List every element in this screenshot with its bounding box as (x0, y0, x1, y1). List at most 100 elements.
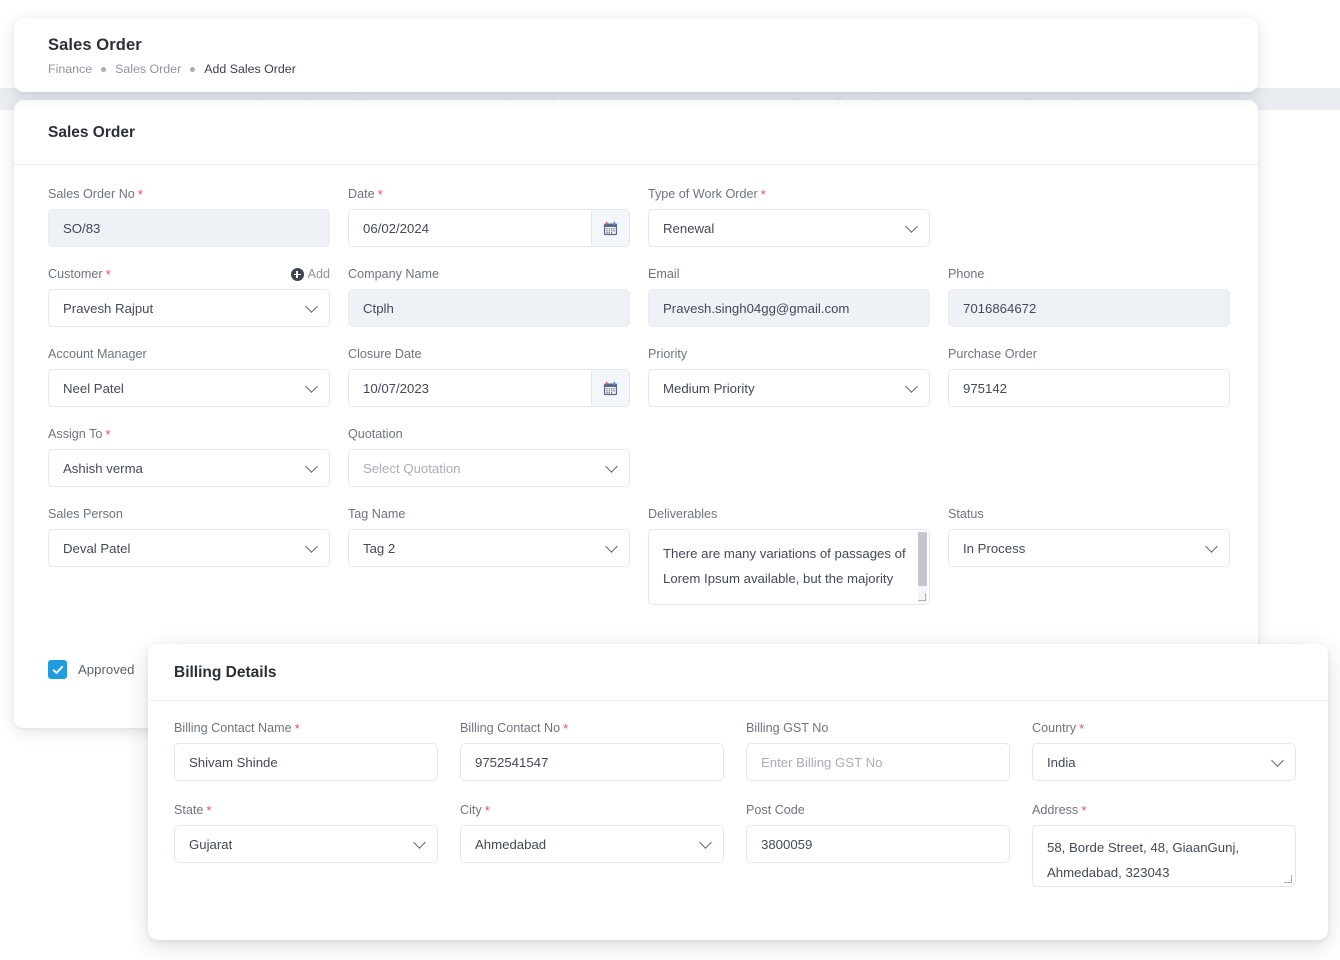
input-billing-contact-name[interactable]: Shivam Shinde (174, 743, 438, 781)
label-address: Address* (1032, 802, 1296, 818)
field-billing-contact-name: Billing Contact Name* Shivam Shinde (174, 720, 438, 781)
chevron-down-icon (605, 460, 618, 473)
select-type-of-work-order[interactable]: Renewal (648, 209, 930, 247)
form-row: Customer* Add Pravesh Rajput Company Nam… (48, 266, 1238, 327)
select-customer[interactable]: Pravesh Rajput (48, 289, 330, 327)
chevron-down-icon (305, 380, 318, 393)
required-marker: * (105, 428, 110, 441)
field-sales-person: Sales Person Deval Patel (48, 506, 330, 605)
card-divider (148, 700, 1328, 701)
label-date: Date* (348, 186, 630, 202)
breadcrumb-separator-icon (190, 67, 195, 72)
select-sales-person[interactable]: Deval Patel (48, 529, 330, 567)
approved-label: Approved (78, 662, 134, 677)
field-priority: Priority Medium Priority (648, 346, 930, 407)
select-priority[interactable]: Medium Priority (648, 369, 930, 407)
select-country[interactable]: India (1032, 743, 1296, 781)
form-row: Assign To* Ashish verma Quotation Select… (48, 426, 1238, 487)
required-marker: * (1081, 804, 1086, 817)
select-status[interactable]: In Process (948, 529, 1230, 567)
textarea-scrollbar-thumb[interactable] (918, 532, 927, 586)
approved-checkbox-group[interactable]: Approved (48, 660, 134, 679)
required-marker: * (106, 268, 111, 281)
select-account-manager[interactable]: Neel Patel (48, 369, 330, 407)
add-customer-label: Add (308, 267, 330, 281)
sales-order-card-title: Sales Order (48, 124, 135, 142)
resize-handle-icon[interactable] (918, 593, 927, 602)
select-city[interactable]: Ahmedabad (460, 825, 724, 863)
label-city: City* (460, 802, 724, 818)
label-row-customer: Customer* Add (48, 266, 330, 282)
sales-order-card: Sales Order Sales Order No* SO/83 Date* (14, 100, 1258, 728)
calendar-icon-glyph (603, 221, 618, 236)
field-billing-contact-no: Billing Contact No* 9752541547 (460, 720, 724, 781)
select-assign-to[interactable]: Ashish verma (48, 449, 330, 487)
field-quotation: Quotation Select Quotation (348, 426, 630, 487)
label-account-manager: Account Manager (48, 346, 330, 362)
field-phone: Phone 7016864672 (948, 266, 1230, 327)
field-country: Country* India (1032, 720, 1296, 781)
label-billing-contact-name: Billing Contact Name* (174, 720, 438, 736)
textarea-address[interactable]: 58, Borde Street, 48, GiaanGunj, Ahmedab… (1032, 825, 1296, 887)
page-header-card: Sales Order Finance Sales Order Add Sale… (14, 18, 1258, 92)
required-marker: * (138, 188, 143, 201)
label-state: State* (174, 802, 438, 818)
label-sales-order-no: Sales Order No* (48, 186, 330, 202)
required-marker: * (295, 722, 300, 735)
select-quotation[interactable]: Select Quotation (348, 449, 630, 487)
field-spacer (948, 426, 1230, 487)
input-date[interactable]: 06/02/2024 (348, 209, 630, 247)
card-divider (14, 164, 1258, 165)
chevron-down-icon (305, 460, 318, 473)
field-assign-to: Assign To* Ashish verma (48, 426, 330, 487)
address-line-2: Ahmedabad, 323043 (1047, 860, 1279, 885)
resize-handle-icon[interactable] (1284, 875, 1293, 884)
field-status: Status In Process (948, 506, 1230, 605)
required-marker: * (563, 722, 568, 735)
plus-circle-icon (291, 268, 304, 281)
select-tag-name[interactable]: Tag 2 (348, 529, 630, 567)
label-sales-person: Sales Person (48, 506, 330, 522)
label-customer: Customer* (48, 266, 111, 282)
calendar-icon[interactable] (591, 370, 629, 406)
label-type-of-work-order: Type of Work Order* (648, 186, 930, 202)
textarea-deliverables[interactable]: There are many variations of passages of… (648, 529, 930, 605)
input-email[interactable]: Pravesh.singh04gg@gmail.com (648, 289, 930, 327)
chevron-down-icon (413, 836, 426, 849)
input-billing-contact-no[interactable]: 9752541547 (460, 743, 724, 781)
required-marker: * (378, 188, 383, 201)
chevron-down-icon (905, 220, 918, 233)
select-state[interactable]: Gujarat (174, 825, 438, 863)
calendar-icon[interactable] (591, 210, 629, 246)
field-closure-date: Closure Date 10/07/2023 (348, 346, 630, 407)
sales-order-form: Sales Order No* SO/83 Date* 06/02/2024 (48, 186, 1238, 624)
label-billing-gst-no: Billing GST No (746, 720, 1010, 736)
label-priority: Priority (648, 346, 930, 362)
field-company-name: Company Name Ctplh (348, 266, 630, 327)
input-company-name[interactable]: Ctplh (348, 289, 630, 327)
calendar-icon-glyph (603, 381, 618, 396)
input-purchase-order[interactable]: 975142 (948, 369, 1230, 407)
check-icon (52, 664, 64, 676)
add-customer-button[interactable]: Add (291, 267, 330, 281)
input-billing-gst-no[interactable]: Enter Billing GST No (746, 743, 1010, 781)
chevron-down-icon (699, 836, 712, 849)
field-post-code: Post Code 3800059 (746, 802, 1010, 887)
page-title: Sales Order (48, 36, 142, 55)
breadcrumb-item-finance[interactable]: Finance (48, 62, 92, 76)
breadcrumb-item-sales-order[interactable]: Sales Order (115, 62, 181, 76)
field-email: Email Pravesh.singh04gg@gmail.com (648, 266, 930, 327)
field-deliverables: Deliverables There are many variations o… (648, 506, 930, 605)
required-marker: * (1079, 722, 1084, 735)
form-row: Billing Contact Name* Shivam Shinde Bill… (174, 720, 1302, 781)
label-closure-date: Closure Date (348, 346, 630, 362)
chevron-down-icon (605, 540, 618, 553)
deliverables-line-1: There are many variations of passages of (663, 541, 913, 566)
billing-details-title: Billing Details (174, 664, 277, 682)
approved-checkbox[interactable] (48, 660, 67, 679)
input-closure-date[interactable]: 10/07/2023 (348, 369, 630, 407)
input-post-code[interactable]: 3800059 (746, 825, 1010, 863)
input-phone[interactable]: 7016864672 (948, 289, 1230, 327)
input-sales-order-no[interactable]: SO/83 (48, 209, 330, 247)
required-marker: * (206, 804, 211, 817)
